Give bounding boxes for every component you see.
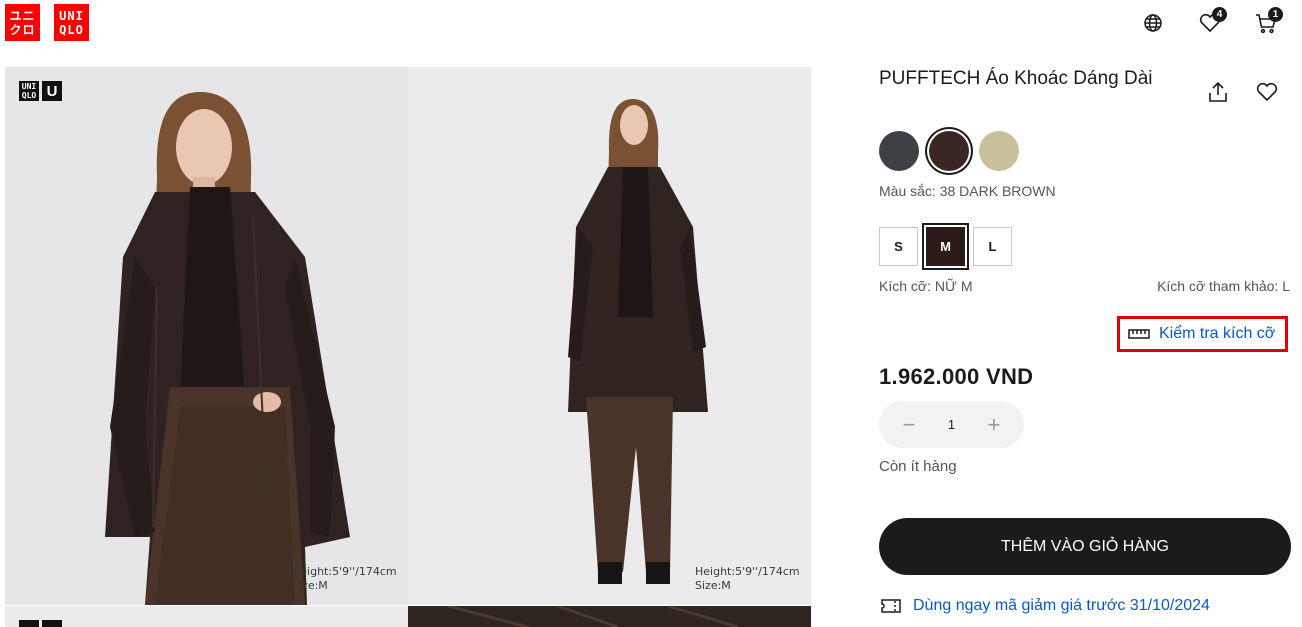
cart-count-badge: 1 [1268, 7, 1283, 22]
coupon-text: Dùng ngay mã giảm giá trước 31/10/2024 [913, 597, 1210, 614]
logo-line: UNI [59, 8, 84, 23]
uniqlo-tag: UNI QLO [19, 81, 39, 101]
color-swatches [879, 131, 1019, 171]
fabric-texture [408, 606, 811, 627]
cart-button[interactable]: 1 [1253, 7, 1283, 36]
model-info: Height:5'9''/174cm Size:M [292, 565, 397, 593]
model-size: Size:M [292, 579, 328, 592]
share-button[interactable] [1206, 80, 1230, 104]
product-tags [19, 620, 62, 627]
tag-line: QLO [21, 91, 37, 100]
logo-line: QLO [59, 22, 84, 37]
product-photo-3[interactable] [5, 606, 408, 627]
coupon-link[interactable]: Dùng ngay mã giảm giá trước 31/10/2024 [881, 597, 1210, 615]
size-check-link[interactable]: Kiểm tra kích cỡ [1117, 316, 1288, 352]
model-info: Height:5'9''/174cm Size:M [695, 565, 800, 593]
product-photo-4[interactable] [408, 606, 811, 627]
minus-icon[interactable]: − [899, 413, 919, 436]
size-option-l[interactable]: L [973, 227, 1012, 266]
model-height: Height:5'9''/174cm [695, 565, 800, 578]
color-label: Màu sắc: 38 DARK BROWN [879, 183, 1056, 199]
uniqlo-tag [19, 620, 39, 627]
model-size: Size:M [695, 579, 731, 592]
size-reference: Kích cỡ tham khảo: L [1157, 278, 1290, 294]
share-icon [1209, 81, 1227, 102]
logo-katakana: ユニ クロ [5, 4, 40, 41]
favorite-button[interactable] [1255, 80, 1279, 104]
color-swatch-dark-brown[interactable] [929, 131, 969, 171]
wishlist-count-badge: 4 [1212, 7, 1227, 22]
model-height: Height:5'9''/174cm [292, 565, 397, 578]
size-label: Kích cỡ: NỮ M [879, 278, 973, 294]
uniqlo-logo[interactable]: ユニ クロ UNI QLO [5, 4, 89, 41]
quantity-stepper: − 1 + [879, 401, 1024, 448]
add-to-cart-button[interactable]: THÊM VÀO GIỎ HÀNG [879, 518, 1291, 575]
stock-status: Còn ít hàng [879, 458, 957, 475]
product-tags: UNI QLO U [19, 81, 62, 101]
size-option-m[interactable]: M [926, 227, 965, 266]
model-photo-full [408, 67, 811, 605]
product-title: PUFFTECH Áo Khoác Dáng Dài [879, 68, 1153, 89]
heart-icon [1256, 82, 1278, 102]
globe-icon[interactable] [1140, 10, 1166, 36]
tag-line: UNI [21, 82, 37, 91]
product-photo-2[interactable]: Height:5'9''/174cm Size:M [408, 67, 811, 605]
plus-icon[interactable]: + [984, 413, 1004, 436]
product-price: 1.962.000 VND [879, 364, 1034, 389]
u-tag [42, 620, 62, 627]
ticket-icon [881, 599, 901, 613]
size-option-s[interactable]: S [879, 227, 918, 266]
logo-latin: UNI QLO [54, 4, 89, 41]
product-photo-1[interactable]: UNI QLO U Height:5'9''/174cm Size:M [5, 67, 408, 605]
color-swatch-dark-gray[interactable] [879, 131, 919, 171]
logo-line: ユニ [9, 8, 36, 23]
size-check-label: Kiểm tra kích cỡ [1159, 325, 1276, 342]
ruler-icon [1128, 329, 1150, 339]
color-swatch-beige[interactable] [979, 131, 1019, 171]
logo-line: クロ [9, 22, 36, 37]
u-tag: U [42, 81, 62, 101]
model-photo-closeup [5, 67, 408, 605]
quantity-value: 1 [947, 417, 956, 432]
size-options: S M L [879, 227, 1012, 266]
wishlist-button[interactable]: 4 [1197, 7, 1227, 36]
